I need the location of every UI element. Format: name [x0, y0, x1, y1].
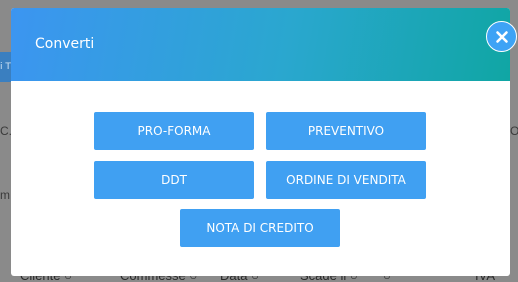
modal-header: Converti — [11, 8, 510, 81]
preventivo-button[interactable]: PREVENTIVO — [266, 112, 426, 150]
page-backdrop: i T C. m O Cliente ○ Commesse ○ Data ○ S… — [0, 0, 518, 282]
ordine-di-vendita-button[interactable]: ORDINE DI VENDITA — [266, 161, 426, 199]
ddt-button[interactable]: DDT — [94, 161, 254, 199]
convert-modal: Converti PRO-FORMA PREVENTIVO DDT ORDINE… — [11, 8, 510, 276]
close-button[interactable] — [486, 21, 517, 52]
background-tab-label: i T — [0, 62, 11, 72]
close-icon — [496, 31, 508, 43]
nota-di-credito-button[interactable]: NOTA DI CREDITO — [180, 209, 340, 247]
background-text-fragment: m — [0, 188, 10, 202]
modal-title: Converti — [35, 36, 95, 52]
background-text-fragment: O — [510, 124, 518, 138]
pro-forma-button[interactable]: PRO-FORMA — [94, 112, 254, 150]
